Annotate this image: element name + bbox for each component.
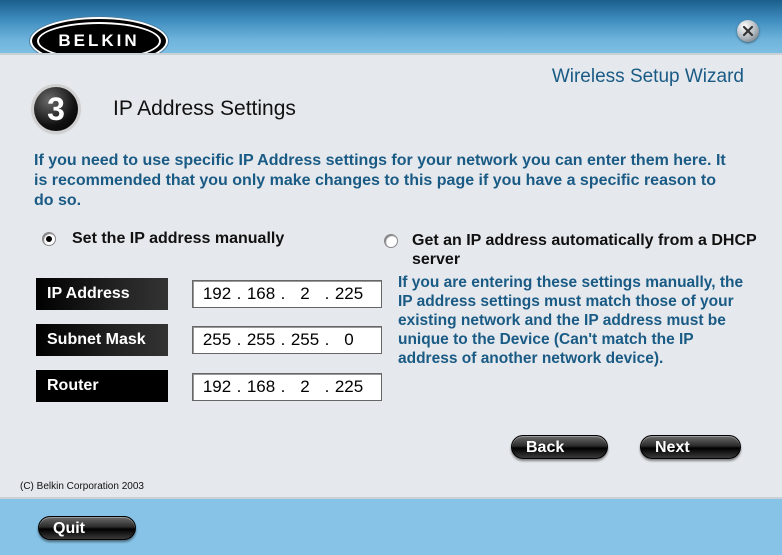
ip-octet-3[interactable]: 2 <box>287 284 323 304</box>
mask-octet-1[interactable]: 255 <box>199 330 235 350</box>
ip-address-label: IP Address <box>36 278 168 310</box>
page-title: IP Address Settings <box>113 97 296 120</box>
ip-octet-2[interactable]: 168 <box>243 284 279 304</box>
router-octet-4[interactable]: 225 <box>331 377 367 397</box>
router-octet-2[interactable]: 168 <box>243 377 279 397</box>
help-text: If you are entering these settings manua… <box>398 274 744 367</box>
copyright-text: (C) Belkin Corporation 2003 <box>20 481 144 492</box>
auto-ip-radio[interactable] <box>384 234 398 248</box>
ip-address-field[interactable]: 192 . 168 . 2 . 225 <box>192 280 382 308</box>
wizard-title: Wireless Setup Wizard <box>551 66 744 87</box>
manual-ip-radio[interactable] <box>42 232 56 246</box>
close-x-glyph <box>742 25 754 37</box>
page-description: If you need to use specific IP Address s… <box>34 152 726 209</box>
close-icon[interactable] <box>737 20 759 42</box>
quit-button[interactable]: Quit <box>38 516 136 540</box>
auto-ip-label[interactable]: Get an IP address automatically from a D… <box>412 231 772 269</box>
manual-ip-label[interactable]: Set the IP address manually <box>72 229 284 248</box>
mask-octet-3[interactable]: 255 <box>287 330 323 350</box>
step-number-badge: 3 <box>34 87 78 131</box>
mask-octet-2[interactable]: 255 <box>243 330 279 350</box>
logo-text: BELKIN <box>58 31 140 50</box>
next-button[interactable]: Next <box>640 435 741 459</box>
router-label: Router <box>36 370 168 402</box>
ip-octet-4[interactable]: 225 <box>331 284 367 304</box>
router-octet-1[interactable]: 192 <box>199 377 235 397</box>
router-octet-3[interactable]: 2 <box>287 377 323 397</box>
subnet-mask-field[interactable]: 255 . 255 . 255 . 0 <box>192 326 382 354</box>
router-field[interactable]: 192 . 168 . 2 . 225 <box>192 373 382 401</box>
subnet-mask-label: Subnet Mask <box>36 324 168 356</box>
back-button[interactable]: Back <box>511 435 608 459</box>
ip-octet-1[interactable]: 192 <box>199 284 235 304</box>
mask-octet-4[interactable]: 0 <box>331 330 367 350</box>
wizard-window: BELKIN Wireless Setup Wizard 3 IP Addres… <box>0 0 782 555</box>
